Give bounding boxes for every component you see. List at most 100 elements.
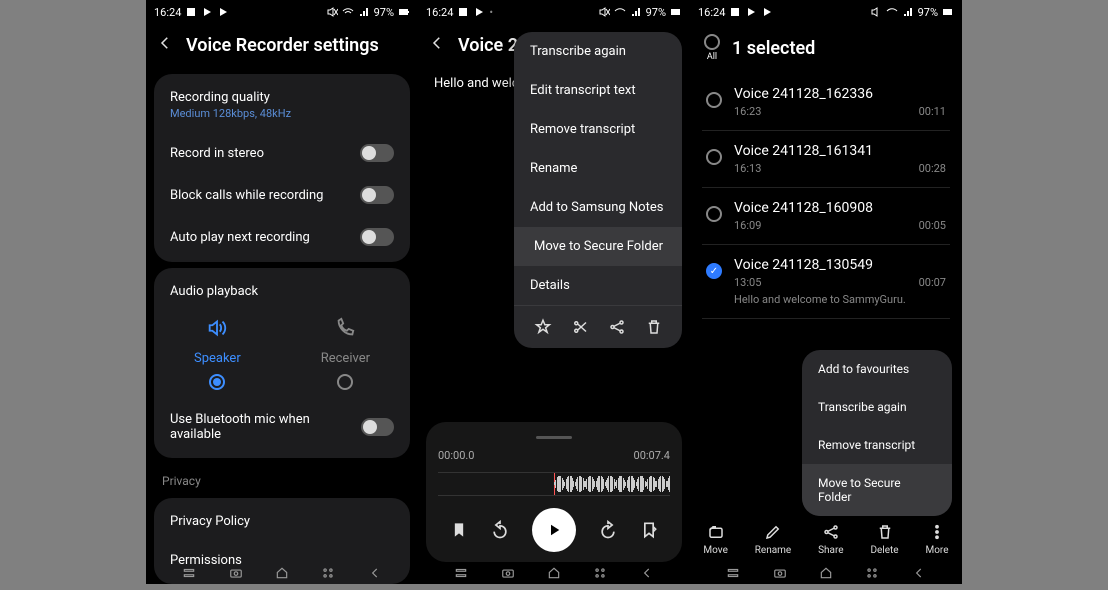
speaker-radio[interactable] [209, 374, 225, 390]
drag-handle[interactable] [536, 436, 572, 439]
speaker-option[interactable]: Speaker [194, 317, 241, 390]
menu-add-notes[interactable]: Add to Samsung Notes [514, 188, 682, 227]
recording-time: 16:13 [734, 162, 761, 175]
nav-bar [418, 562, 690, 584]
nav-apps-icon[interactable] [865, 566, 879, 580]
rename-button[interactable]: Rename [755, 523, 792, 556]
privacy-policy-row[interactable]: Privacy Policy [154, 502, 410, 541]
autoplay-row[interactable]: Auto play next recording [154, 216, 410, 258]
recording-quality-detail: Medium 128kbps, 48kHz [170, 107, 291, 120]
signal-icon [358, 6, 370, 18]
more-button[interactable]: More [925, 523, 948, 556]
menu-favourites[interactable]: Add to favourites [802, 350, 952, 388]
select-circle[interactable] [706, 263, 722, 279]
signal-icon [630, 6, 642, 18]
nav-drawer-icon[interactable] [182, 566, 196, 580]
play-icon [745, 6, 757, 18]
select-all[interactable]: All [704, 34, 720, 62]
select-all-circle[interactable] [704, 34, 720, 50]
nav-back-icon[interactable] [912, 566, 926, 580]
bookmark-icon[interactable] [449, 520, 469, 540]
recording-time: 13:05 [734, 276, 761, 289]
menu-remove-transcript[interactable]: Remove transcript [514, 110, 682, 149]
recording-row[interactable]: Voice 241128_160908 16:0900:05 [702, 188, 950, 245]
menu-transcribe-again[interactable]: Transcribe again [514, 32, 682, 71]
play-button[interactable] [532, 508, 576, 552]
trash-icon[interactable] [645, 318, 663, 336]
delete-button[interactable]: Delete [870, 523, 898, 556]
pic-icon [185, 6, 197, 18]
move-button[interactable]: Move [703, 523, 727, 556]
wifi-icon [614, 6, 626, 18]
player-panel: 00:00.0 00:07.4 [426, 422, 682, 562]
save-bookmark-icon[interactable] [639, 520, 659, 540]
autoplay-toggle[interactable] [360, 228, 394, 246]
menu-secure-folder[interactable]: Move to Secure Folder [514, 227, 682, 266]
bluetooth-row[interactable]: Use Bluetooth mic when available [154, 400, 410, 454]
nav-camera-icon[interactable] [501, 566, 515, 580]
stereo-row[interactable]: Record in stereo [154, 132, 410, 174]
recording-row[interactable]: Voice 241128_130549 13:0500:07 Hello and… [702, 245, 950, 319]
battery-icon [670, 6, 682, 18]
recording-time: 16:23 [734, 105, 761, 118]
mute-icon [870, 6, 882, 18]
playback-card: Audio playback Speaker Receiver Use Blue… [154, 268, 410, 458]
menu-transcribe[interactable]: Transcribe again [802, 388, 952, 426]
play-icon [761, 6, 773, 18]
menu-secure-folder[interactable]: Move to Secure Folder [802, 464, 952, 516]
share-icon[interactable] [608, 318, 626, 336]
nav-home-icon[interactable] [547, 566, 561, 580]
status-time: 16:24 [426, 6, 453, 19]
select-circle[interactable] [706, 149, 722, 165]
forward-icon[interactable] [598, 520, 618, 540]
nav-home-icon[interactable] [819, 566, 833, 580]
recording-name: Voice 241128_161341 [734, 143, 946, 159]
menu-edit-transcript[interactable]: Edit transcript text [514, 71, 682, 110]
star-icon[interactable] [534, 318, 552, 336]
share-button[interactable]: Share [818, 523, 843, 556]
recording-name: Voice 241128_130549 [734, 257, 946, 273]
select-circle[interactable] [706, 206, 722, 222]
nav-drawer-icon[interactable] [726, 566, 740, 580]
menu-remove-transcript[interactable]: Remove transcript [802, 426, 952, 464]
nav-back-icon[interactable] [640, 566, 654, 580]
recording-row[interactable]: Voice 241128_161341 16:1300:28 [702, 131, 950, 188]
block-calls-row[interactable]: Block calls while recording [154, 174, 410, 216]
recording-list: Voice 241128_162336 16:2300:11 Voice 241… [690, 74, 962, 319]
recording-name: Voice 241128_160908 [734, 200, 946, 216]
header: All 1 selected [690, 22, 962, 74]
nav-apps-icon[interactable] [321, 566, 335, 580]
play-icon [217, 6, 229, 18]
speaker-label: Speaker [194, 351, 241, 366]
status-bar: 16:24 • 97% [418, 0, 690, 22]
bluetooth-toggle[interactable] [361, 418, 394, 436]
mute-icon [598, 6, 610, 18]
select-circle[interactable] [706, 92, 722, 108]
receiver-option[interactable]: Receiver [321, 317, 370, 390]
recording-preview: Hello and welcome to SammyGuru. [734, 293, 946, 306]
status-bar: 16:24 97% [690, 0, 962, 22]
menu-rename[interactable]: Rename [514, 149, 682, 188]
menu-details[interactable]: Details [514, 266, 682, 305]
recording-quality-row[interactable]: Recording quality Medium 128kbps, 48kHz [154, 78, 410, 132]
nav-home-icon[interactable] [275, 566, 289, 580]
rewind-icon[interactable] [490, 520, 510, 540]
nav-apps-icon[interactable] [593, 566, 607, 580]
block-calls-toggle[interactable] [360, 186, 394, 204]
nav-camera-icon[interactable] [229, 566, 243, 580]
back-button[interactable] [156, 34, 174, 56]
scissors-icon[interactable] [571, 318, 589, 336]
status-time: 16:24 [698, 6, 725, 19]
time-start: 00:00.0 [438, 449, 474, 462]
nav-camera-icon[interactable] [773, 566, 787, 580]
phone-settings: 16:24 97% Voice Recorder settings Record… [146, 0, 418, 584]
nav-drawer-icon[interactable] [454, 566, 468, 580]
time-end: 00:07.4 [634, 449, 670, 462]
waveform[interactable] [438, 472, 670, 496]
receiver-radio[interactable] [337, 374, 353, 390]
nav-back-icon[interactable] [368, 566, 382, 580]
back-button[interactable] [428, 34, 446, 56]
nav-bar [146, 562, 418, 584]
recording-row[interactable]: Voice 241128_162336 16:2300:11 [702, 74, 950, 131]
stereo-toggle[interactable] [360, 144, 394, 162]
